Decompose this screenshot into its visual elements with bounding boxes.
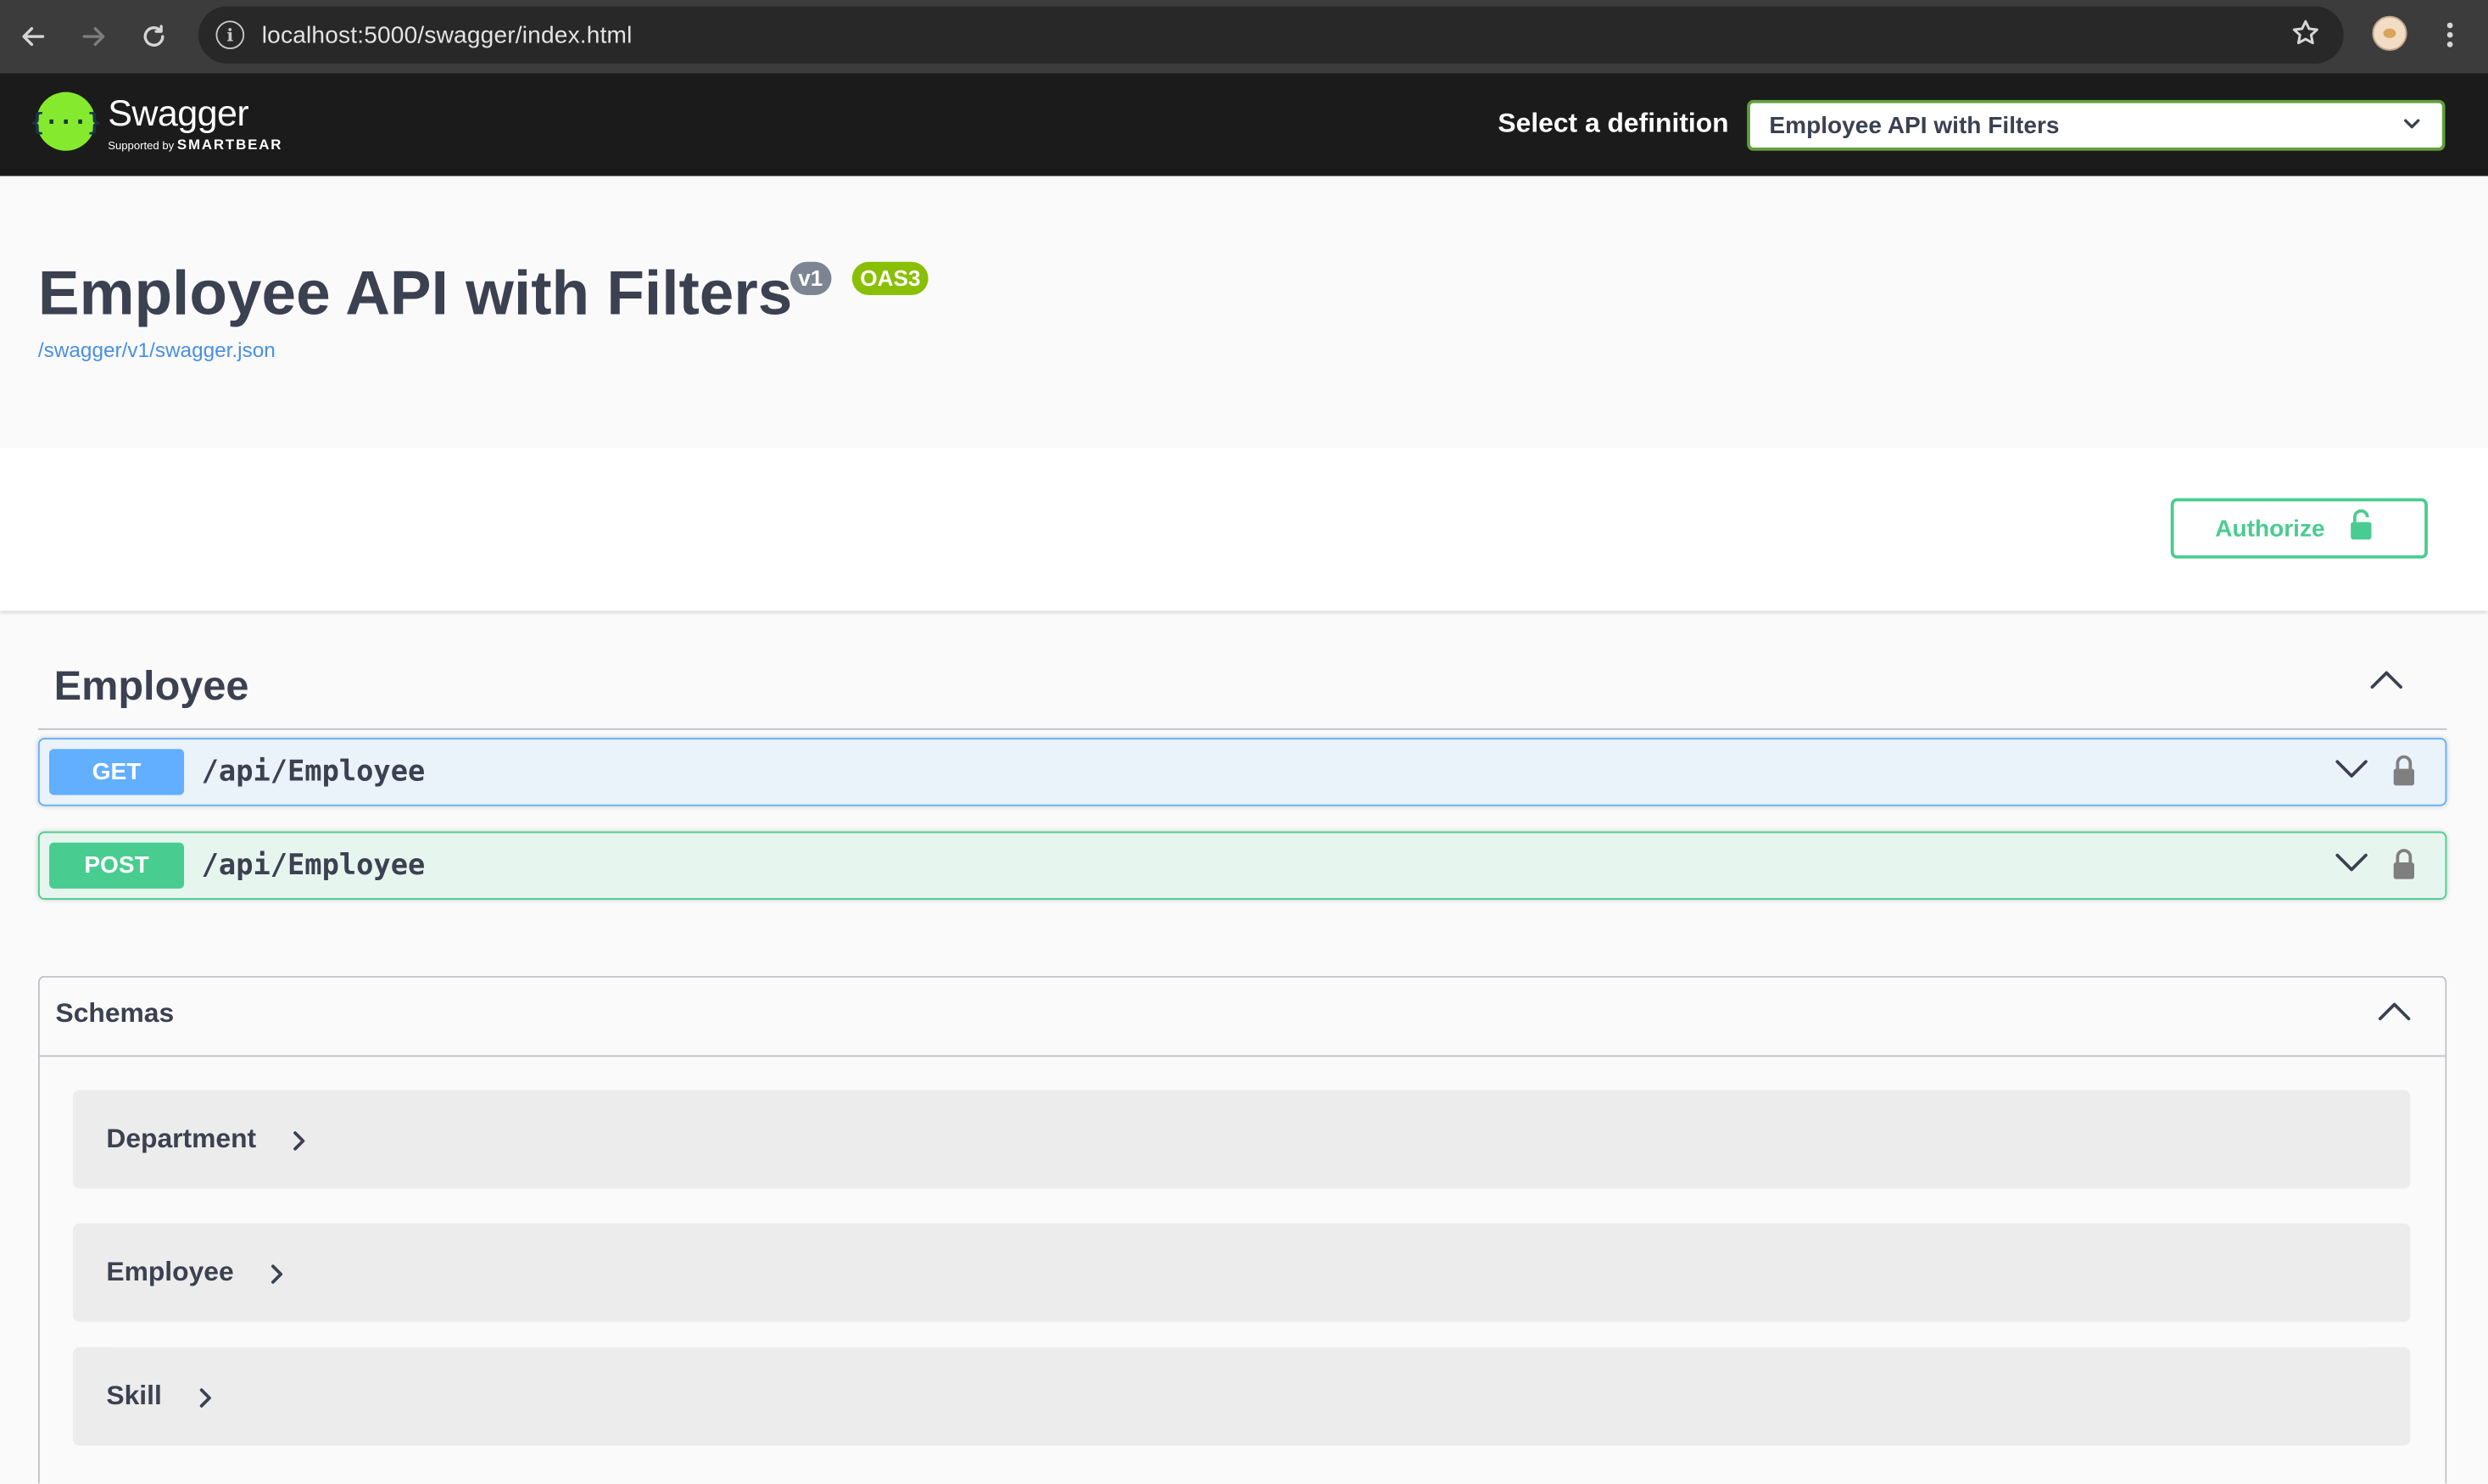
- site-info-icon[interactable]: i: [215, 20, 245, 50]
- schemas-header[interactable]: Schemas: [39, 978, 2446, 1057]
- schema-name[interactable]: Employee: [106, 1257, 233, 1288]
- chevron-right-icon[interactable]: [290, 1130, 306, 1160]
- lock-icon[interactable]: [2391, 847, 2417, 890]
- method-badge-get: GET: [49, 749, 185, 795]
- schema-item-skill[interactable]: Skill: [73, 1347, 2411, 1446]
- schemas-section: Schemas Department Employee Skill: [37, 975, 2447, 1484]
- oas-badge: OAS3: [851, 261, 929, 296]
- swagger-topbar: {···} Swagger Supported by SMARTBEAR Sel…: [0, 73, 2488, 176]
- operation-post-employee[interactable]: POST /api/Employee: [37, 831, 2447, 900]
- api-title: Employee API with Filters: [37, 259, 793, 329]
- schema-item-employee[interactable]: Employee: [73, 1223, 2411, 1322]
- chevron-up-icon[interactable]: [2377, 1000, 2412, 1030]
- schema-item-department[interactable]: Department: [73, 1090, 2411, 1189]
- api-info: Employee API with Filters v1 OAS3 /swagg…: [0, 176, 2488, 448]
- select-definition-label: Select a definition: [1498, 108, 1729, 138]
- swagger-logo[interactable]: {···} Swagger Supported by SMARTBEAR: [30, 92, 283, 153]
- operation-path: /api/Employee: [201, 849, 426, 883]
- swagger-logo-icon: {···}: [30, 92, 102, 151]
- schema-name[interactable]: Department: [106, 1124, 256, 1155]
- reload-icon[interactable]: [130, 13, 177, 60]
- chevron-down-icon[interactable]: [2335, 757, 2369, 788]
- schema-name[interactable]: Skill: [106, 1381, 161, 1412]
- scheme-container: Authorize: [0, 447, 2488, 611]
- schemas-title[interactable]: Schemas: [55, 998, 174, 1029]
- kebab-menu-icon[interactable]: [2437, 13, 2463, 57]
- chevron-right-icon[interactable]: [268, 1263, 284, 1293]
- authorize-button[interactable]: Authorize: [2170, 498, 2428, 559]
- url-text[interactable]: localhost:5000/swagger/index.html: [262, 21, 633, 48]
- definition-select-value: Employee API with Filters: [1769, 111, 2060, 139]
- logo-subtitle: Supported by SMARTBEAR: [108, 136, 283, 153]
- version-badge: v1: [789, 261, 831, 296]
- authorize-label: Authorize: [2215, 515, 2325, 543]
- address-bar[interactable]: i localhost:5000/swagger/index.html: [198, 6, 2344, 64]
- method-badge-post: POST: [49, 842, 185, 889]
- chevron-down-icon[interactable]: [2335, 851, 2369, 881]
- browser-toolbar: i localhost:5000/swagger/index.html: [0, 0, 2488, 74]
- tag-header[interactable]: Employee: [37, 634, 2447, 730]
- spec-url-link[interactable]: /swagger/v1/swagger.json: [38, 338, 276, 362]
- profile-avatar[interactable]: [2372, 15, 2407, 51]
- lock-icon[interactable]: [2391, 754, 2417, 797]
- chevron-down-icon: [2401, 113, 2423, 143]
- operation-path: /api/Employee: [201, 755, 426, 789]
- definition-select[interactable]: Employee API with Filters: [1747, 99, 2446, 151]
- operation-get-employee[interactable]: GET /api/Employee: [37, 738, 2447, 806]
- tag-title[interactable]: Employee: [54, 661, 249, 711]
- forward-arrow-icon[interactable]: [70, 13, 117, 60]
- tag-section-employee: Employee GET /api/Employee POST /api/Emp…: [37, 634, 2447, 900]
- chevron-right-icon[interactable]: [197, 1386, 213, 1417]
- bookmark-star-icon[interactable]: [2290, 18, 2321, 59]
- chevron-up-icon[interactable]: [2369, 668, 2404, 699]
- unlocked-icon: [2349, 508, 2374, 550]
- logo-name: Swagger: [108, 92, 249, 134]
- back-arrow-icon[interactable]: [9, 13, 57, 60]
